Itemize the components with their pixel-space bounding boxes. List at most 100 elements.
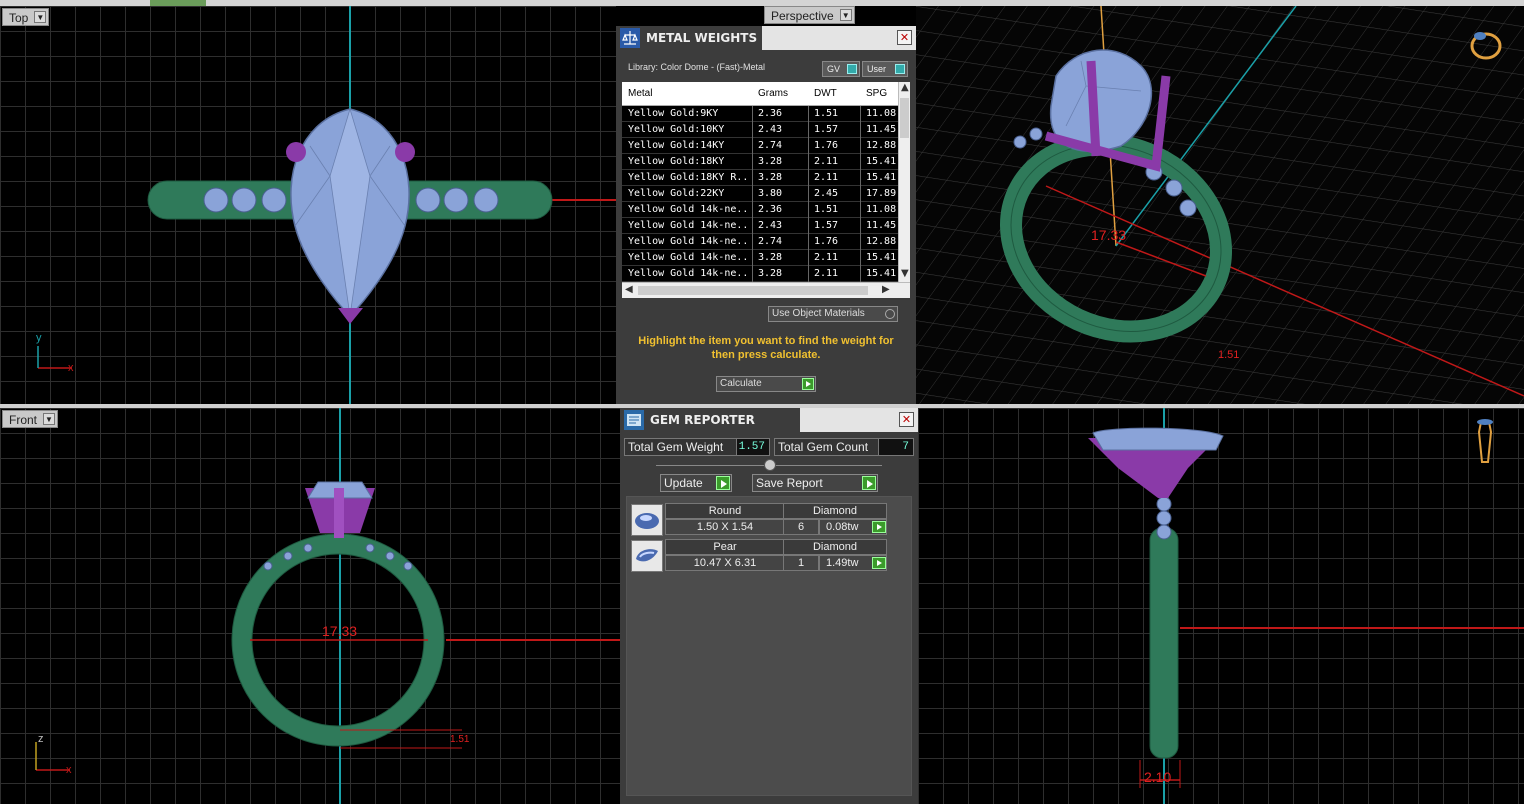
side-stones-side: [1156, 496, 1172, 540]
vscroll-thumb[interactable]: [900, 98, 909, 138]
update-button[interactable]: Update: [660, 474, 732, 492]
gem-reporter-titlebar[interactable]: GEM REPORTER ✕: [620, 408, 918, 432]
gem-list[interactable]: Round Diamond 1.50 X 1.54 6 0.08tw Pear …: [626, 496, 912, 796]
metal-table[interactable]: Metal Grams DWT SPG Yellow Gold:9KY 2.36 1…: [622, 82, 910, 298]
metal-cell-dwt: 1.76: [814, 140, 839, 151]
metal-table-row[interactable]: Yellow Gold 14k-ne... 3.28 2.11 15.41: [622, 250, 898, 266]
gem-material: Diamond: [783, 539, 887, 555]
dim-width-front: 17.33: [322, 623, 357, 639]
col-divider: [808, 106, 809, 282]
metal-table-row[interactable]: Yellow Gold 14k-ne... 2.74 1.76 12.88: [622, 234, 898, 250]
gv-toggle[interactable]: GV: [822, 61, 860, 77]
chevron-down-icon[interactable]: ▼: [839, 9, 852, 21]
right-view-scene: 2.10: [1088, 408, 1524, 804]
col-grams[interactable]: Grams: [758, 88, 788, 99]
scroll-left-icon[interactable]: ◀: [625, 284, 633, 295]
dim-thickness-front: 1.51: [450, 734, 470, 745]
metal-weights-title: METAL WEIGHTS: [646, 31, 758, 45]
metal-cell-metal: Yellow Gold:22KY: [628, 188, 725, 199]
user-toggle[interactable]: User: [862, 61, 908, 77]
metal-cell-metal: Yellow Gold:9KY: [628, 108, 719, 119]
viewport-label-front[interactable]: Front ▼: [2, 410, 59, 428]
col-dwt[interactable]: DWT: [814, 88, 837, 99]
gem-weight[interactable]: 0.08tw: [819, 519, 887, 535]
close-icon[interactable]: ✕: [899, 412, 914, 427]
viewport-perspective[interactable]: 17.33 1.51 Perspective▼: [916, 6, 1524, 404]
total-gem-weight-value: 1.57: [736, 438, 770, 456]
viewport-label-perspective-tab[interactable]: Perspective ▼: [764, 6, 855, 24]
metal-table-row[interactable]: Yellow Gold:14KY 2.74 1.76 12.88: [622, 138, 898, 154]
metal-table-row[interactable]: Yellow Gold 14k-ne... 2.43 1.57 11.45: [622, 218, 898, 234]
metal-cell-grams: 3.80: [758, 188, 783, 199]
gem-size: 10.47 X 6.31: [665, 555, 785, 571]
chevron-down-icon[interactable]: ▼: [34, 11, 47, 23]
metal-cell-metal: Yellow Gold 14k-ne...: [628, 204, 750, 215]
gem-count: 6: [783, 519, 819, 535]
metal-cell-grams: 3.28: [758, 252, 783, 263]
metal-cell-grams: 3.28: [758, 156, 783, 167]
hscroll-thumb[interactable]: [638, 286, 868, 295]
viewport-top[interactable]: Top ▼ x y: [0, 6, 616, 404]
viewport-front[interactable]: Front ▼ 17.33 1.51 x z: [0, 408, 620, 804]
metal-table-row[interactable]: Yellow Gold 14k-ne... 3.28 2.11 15.41: [622, 266, 898, 282]
play-icon: [872, 557, 886, 569]
scroll-right-icon[interactable]: ▶: [882, 284, 890, 295]
gem-row-pear[interactable]: Pear Diamond 10.47 X 6.31 1 1.49tw: [629, 539, 889, 573]
chevron-down-icon[interactable]: ▼: [43, 413, 56, 425]
gem-row-round[interactable]: Round Diamond 1.50 X 1.54 6 0.08tw: [629, 503, 889, 537]
viewport-right[interactable]: 2.10: [918, 408, 1524, 804]
metal-table-vscroll[interactable]: ▲ ▼: [898, 82, 910, 282]
axis-z-label: z: [38, 733, 44, 745]
metal-table-row[interactable]: Yellow Gold:18KY R... 3.28 2.11 15.41: [622, 170, 898, 186]
metal-cell-metal: Yellow Gold:14KY: [628, 140, 725, 151]
use-object-materials-button[interactable]: Use Object Materials: [768, 306, 898, 322]
metal-cell-metal: Yellow Gold 14k-ne...: [628, 268, 750, 279]
close-icon[interactable]: ✕: [897, 30, 912, 45]
scroll-up-icon[interactable]: ▲: [901, 82, 909, 93]
axis-y-label: y: [36, 332, 42, 344]
col-metal[interactable]: Metal: [628, 88, 652, 99]
col-spg[interactable]: SPG: [866, 88, 887, 99]
save-report-button[interactable]: Save Report: [752, 474, 878, 492]
metal-cell-dwt: 1.51: [814, 204, 839, 215]
metal-table-row[interactable]: Yellow Gold:18KY 3.28 2.11 15.41: [622, 154, 898, 170]
gem-weight[interactable]: 1.49tw: [819, 555, 887, 571]
viewport-label-top[interactable]: Top ▼: [2, 8, 50, 26]
metal-weights-titlebar[interactable]: METAL WEIGHTS ✕: [616, 26, 916, 50]
calculate-button[interactable]: Calculate: [716, 376, 816, 392]
metal-table-hscroll[interactable]: ◀ ▶: [622, 282, 910, 298]
gem-reporter-title: GEM REPORTER: [650, 413, 755, 427]
axis-x-label-front: x: [66, 764, 72, 776]
round-gem-icon: [631, 504, 663, 536]
radio-icon[interactable]: [885, 309, 895, 319]
metal-cell-dwt: 2.11: [814, 252, 839, 263]
metal-scale-icon: [620, 28, 640, 48]
gem-report-icon: [624, 410, 644, 430]
gem-reporter-panel: GEM REPORTER ✕ Total Gem Weight 1.57 Tot…: [620, 408, 918, 804]
metal-table-row[interactable]: Yellow Gold:9KY 2.36 1.51 11.08: [622, 106, 898, 122]
gem-shape: Round: [665, 503, 785, 519]
metal-cell-dwt: 2.11: [814, 268, 839, 279]
metal-cell-metal: Yellow Gold:18KY R...: [628, 172, 750, 183]
metal-table-row[interactable]: Yellow Gold 14k-ne... 2.36 1.51 11.08: [622, 202, 898, 218]
scroll-down-icon[interactable]: ▼: [901, 268, 909, 279]
total-gem-count-label: Total Gem Count: [774, 438, 880, 456]
collapse-knob[interactable]: [764, 459, 776, 471]
library-label: Library: Color Dome - (Fast)-Metal: [628, 62, 766, 72]
metal-cell-grams: 2.36: [758, 108, 783, 119]
col-divider: [752, 106, 753, 282]
top-view-scene: x y: [36, 6, 616, 404]
metal-cell-metal: Yellow Gold:18KY: [628, 156, 725, 167]
metal-cell-dwt: 2.11: [814, 156, 839, 167]
metal-weights-panel: METAL WEIGHTS ✕ Library: Color Dome - (F…: [616, 26, 916, 404]
col-divider: [860, 106, 861, 282]
axis-x-label: x: [68, 362, 74, 374]
prong-left: [286, 142, 306, 162]
metal-cell-metal: Yellow Gold 14k-ne...: [628, 220, 750, 231]
ring-band-side: [1149, 527, 1179, 759]
dim-width-side: 2.10: [1144, 769, 1171, 785]
metal-table-row[interactable]: Yellow Gold:22KY 3.80 2.45 17.89: [622, 186, 898, 202]
metal-table-row[interactable]: Yellow Gold:10KY 2.43 1.57 11.45: [622, 122, 898, 138]
metal-table-header: Metal Grams DWT SPG: [622, 82, 898, 106]
total-gem-count-value: 7: [878, 438, 914, 456]
